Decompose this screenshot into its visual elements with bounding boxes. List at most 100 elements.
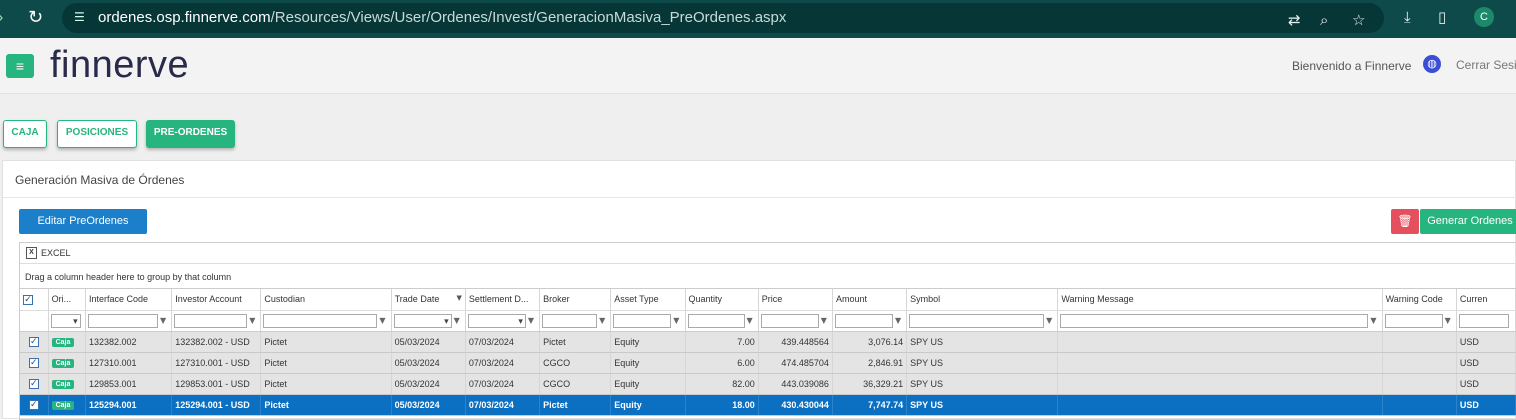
group-hint: Drag a column header here to group by th… bbox=[25, 272, 232, 282]
welcome-text: Bienvenido a Finnerve bbox=[1292, 59, 1412, 73]
filter-warning-code[interactable]: ▼ bbox=[1382, 310, 1457, 332]
table-row[interactable]: ✓ Caja 127310.001 127310.001 - USD Picte… bbox=[20, 352, 1516, 374]
profile-avatar[interactable]: C bbox=[1474, 7, 1494, 27]
col-header-warning-message[interactable]: Warning Message bbox=[1057, 289, 1383, 311]
cell-amount: 36,329.21 bbox=[832, 373, 908, 395]
col-header-investor-account[interactable]: Investor Account bbox=[171, 289, 262, 311]
generate-orders-button[interactable]: Generar Ordenes bbox=[1420, 209, 1516, 234]
browser-toolbar: › ↻ ☰ ordenes.osp.finnerve.com/Resources… bbox=[0, 0, 1516, 38]
col-header-symbol[interactable]: Symbol bbox=[906, 289, 1059, 311]
filter-warning-message[interactable]: ▼ bbox=[1057, 310, 1383, 332]
excel-export-button[interactable]: EXCEL bbox=[41, 248, 71, 258]
tab-posiciones[interactable]: POSICIONES bbox=[57, 120, 137, 148]
menu-toggle-button[interactable]: ≡ bbox=[6, 54, 34, 78]
filter-icon[interactable]: ▼ bbox=[1370, 316, 1376, 325]
col-header-broker[interactable]: Broker bbox=[539, 289, 612, 311]
panel-title: Generación Masiva de Órdenes bbox=[15, 173, 185, 187]
filter-icon[interactable]: ▼ bbox=[1046, 316, 1052, 325]
col-header-origin[interactable]: Ori... bbox=[48, 289, 86, 311]
col-header-warning-code[interactable]: Warning Code bbox=[1382, 289, 1457, 311]
cell-trade-date: 05/03/2024 bbox=[391, 331, 466, 353]
cell-quantity: 82.00 bbox=[685, 373, 759, 395]
filter-amount[interactable]: ▼ bbox=[832, 310, 908, 332]
filter-investor-account[interactable]: ▼ bbox=[171, 310, 262, 332]
cell-symbol: SPY US bbox=[906, 373, 1059, 395]
col-header-settlement-date[interactable]: Settlement D... bbox=[465, 289, 541, 311]
select-all-checkbox[interactable]: ✓ bbox=[20, 289, 49, 311]
cell-warning-message bbox=[1057, 331, 1383, 353]
filter-icon[interactable]: ▼ bbox=[249, 316, 255, 325]
grid-toolbar: X EXCEL bbox=[20, 243, 1516, 264]
filter-price[interactable]: ▼ bbox=[758, 310, 833, 332]
edit-preorders-button[interactable]: Editar PreOrdenes bbox=[19, 209, 147, 234]
row-checkbox[interactable]: ✓ bbox=[20, 394, 49, 416]
cell-warning-code bbox=[1382, 373, 1457, 395]
cell-warning-code bbox=[1382, 394, 1457, 416]
address-bar[interactable]: ☰ ordenes.osp.finnerve.com/Resources/Vie… bbox=[62, 3, 1384, 33]
cell-currency: USD bbox=[1456, 331, 1516, 353]
filter-icon[interactable]: ▼ bbox=[821, 316, 827, 325]
row-checkbox[interactable]: ✓ bbox=[20, 352, 49, 374]
filter-quantity[interactable]: ▼ bbox=[685, 310, 759, 332]
col-header-amount[interactable]: Amount bbox=[832, 289, 908, 311]
cell-amount: 7,747.74 bbox=[832, 394, 908, 416]
filter-icon[interactable]: ▼ bbox=[528, 316, 534, 325]
col-header-price[interactable]: Price bbox=[758, 289, 833, 311]
cell-price: 474.485704 bbox=[758, 352, 833, 374]
filter-custodian[interactable]: ▼ bbox=[260, 310, 392, 332]
filter-broker[interactable]: ▼ bbox=[539, 310, 612, 332]
zoom-icon[interactable]: ⌕ bbox=[1320, 11, 1328, 29]
filter-icon[interactable]: ▼ bbox=[379, 316, 385, 325]
table-row[interactable]: ✓ Caja 132382.002 132382.002 - USD Picte… bbox=[20, 331, 1516, 353]
cell-custodian: Pictet bbox=[260, 352, 392, 374]
download-icon[interactable]: ⤓ bbox=[1404, 8, 1411, 26]
cell-trade-date: 05/03/2024 bbox=[391, 373, 466, 395]
filter-symbol[interactable]: ▼ bbox=[906, 310, 1059, 332]
globe-icon[interactable]: ◍ bbox=[1423, 55, 1441, 73]
site-info-icon[interactable]: ☰ bbox=[74, 10, 90, 24]
col-header-trade-date[interactable]: ▼ Trade Date bbox=[391, 289, 466, 311]
filter-icon[interactable]: ▼ bbox=[1445, 316, 1451, 325]
preorders-grid: X EXCEL Drag a column header here to gro… bbox=[19, 242, 1516, 420]
col-header-currency[interactable]: Curren bbox=[1456, 289, 1516, 311]
origin-badge: Caja bbox=[48, 394, 86, 416]
cell-asset-type: Equity bbox=[610, 352, 686, 374]
filter-icon[interactable]: ▼ bbox=[454, 316, 460, 325]
table-row[interactable]: ✓ Caja 129853.001 129853.001 - USD Picte… bbox=[20, 373, 1516, 395]
filter-origin[interactable] bbox=[48, 310, 86, 332]
group-panel[interactable]: Drag a column header here to group by th… bbox=[20, 264, 1516, 289]
col-header-asset-type[interactable]: Asset Type bbox=[610, 289, 686, 311]
logout-link[interactable]: Cerrar Sesió bbox=[1456, 58, 1516, 72]
filter-icon[interactable]: ▼ bbox=[747, 316, 753, 325]
row-checkbox[interactable]: ✓ bbox=[20, 373, 49, 395]
filter-settlement-date[interactable]: ▼ bbox=[465, 310, 541, 332]
excel-icon[interactable]: X bbox=[26, 247, 37, 259]
filter-trade-date[interactable]: ▼ bbox=[391, 310, 466, 332]
cell-asset-type: Equity bbox=[610, 373, 686, 395]
forward-icon[interactable]: › bbox=[0, 9, 3, 27]
col-header-interface-code[interactable]: Interface Code bbox=[85, 289, 173, 311]
cell-settlement-date: 07/03/2024 bbox=[465, 352, 541, 374]
filter-icon[interactable]: ▼ bbox=[160, 316, 166, 325]
filter-icon[interactable]: ▼ bbox=[895, 316, 901, 325]
col-header-custodian[interactable]: Custodian bbox=[260, 289, 392, 311]
filter-asset-type[interactable]: ▼ bbox=[610, 310, 686, 332]
reload-icon[interactable]: ↻ bbox=[28, 7, 43, 28]
tab-caja[interactable]: CAJA bbox=[3, 120, 47, 148]
filter-icon[interactable]: ▼ bbox=[599, 316, 605, 325]
translate-icon[interactable]: ⇄ bbox=[1288, 11, 1301, 29]
side-panel-icon[interactable]: ▯ bbox=[1438, 8, 1446, 26]
filter-interface-code[interactable]: ▼ bbox=[85, 310, 173, 332]
brand-logo: finnerve bbox=[50, 44, 190, 86]
bookmark-star-icon[interactable]: ☆ bbox=[1352, 11, 1365, 29]
url-text[interactable]: ordenes.osp.finnerve.com/Resources/Views… bbox=[98, 9, 786, 26]
row-checkbox[interactable]: ✓ bbox=[20, 331, 49, 353]
tab-pre-ordenes[interactable]: PRE-ORDENES bbox=[146, 120, 235, 148]
filter-currency[interactable] bbox=[1456, 310, 1516, 332]
table-row-selected[interactable]: ✓ Caja 125294.001 125294.001 - USD Picte… bbox=[20, 394, 1516, 416]
cell-price: 430.430044 bbox=[758, 394, 833, 416]
filter-icon[interactable]: ▼ bbox=[673, 316, 679, 325]
delete-button[interactable]: 🗑 bbox=[1391, 209, 1419, 234]
cell-symbol: SPY US bbox=[906, 394, 1059, 416]
col-header-quantity[interactable]: Quantity bbox=[685, 289, 759, 311]
